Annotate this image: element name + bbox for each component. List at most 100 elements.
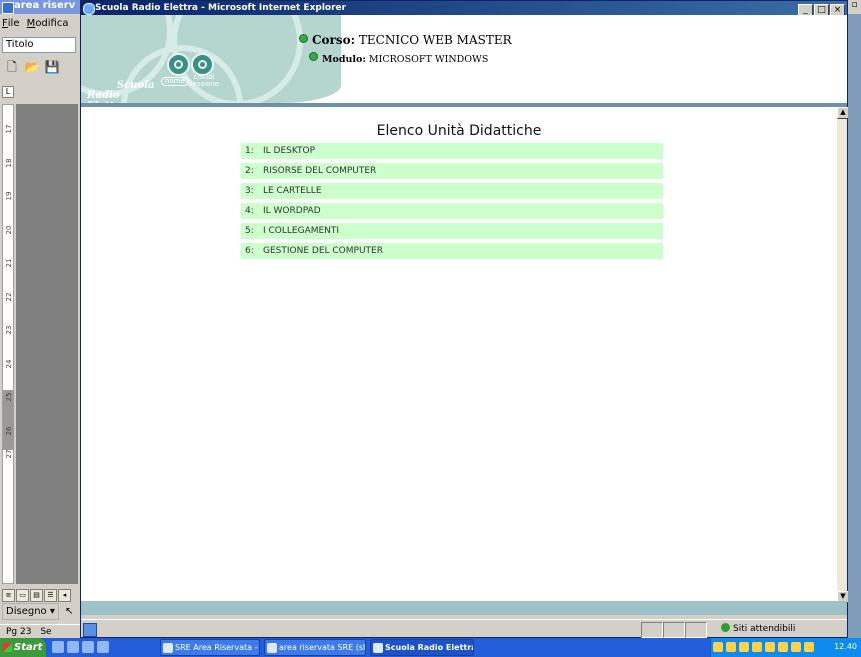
page-title: Elenco Unità Didattiche	[376, 123, 542, 139]
background-window-edge: ▫	[848, 0, 861, 638]
unit-label: IL WORDPAD	[263, 206, 321, 216]
ie-task-icon	[373, 643, 383, 653]
status-pane	[641, 622, 663, 638]
bullet-icon	[299, 34, 308, 43]
pointer-icon[interactable]: ↖	[62, 604, 76, 619]
page-content: Elenco Unità Didattiche 1: IL DESKTOP 2: RI…	[81, 107, 837, 601]
unit-number: 2:	[245, 166, 254, 176]
scroll-left-icon[interactable]: ◂	[58, 589, 71, 602]
page-status-icon	[83, 623, 97, 637]
draw-menu-button[interactable]: Disegno ▾	[2, 603, 59, 620]
unit-label: IL DESKTOP	[263, 146, 316, 156]
word-app-icon	[2, 2, 14, 14]
unit-label: RISORSE DEL COMPUTER	[263, 166, 377, 176]
unit-link[interactable]: 1: IL DESKTOP	[241, 143, 663, 159]
ruler-label: 26	[5, 426, 13, 436]
site-header: home chiudi sessione Scuola Radio Elettr…	[81, 15, 847, 103]
ruler-label: 24	[5, 359, 13, 369]
print-view-icon[interactable]: ▤	[30, 589, 43, 602]
ie-window: Scuola Radio Elettra - Microsoft Interne…	[80, 0, 849, 638]
units-list: 1: IL DESKTOP 2: RISORSE DEL COMPUTER 3: LE C…	[241, 143, 663, 263]
status-pane	[685, 622, 707, 638]
unit-label: LE CARTELLE	[263, 186, 322, 196]
task-button[interactable]: area riservata SRE (stude...	[264, 639, 366, 656]
unit-link[interactable]: 6: GESTIONE DEL COMPUTER	[241, 243, 663, 259]
network-icon[interactable]	[713, 642, 723, 652]
task-button[interactable]: SRE Area Riservata - Micr...	[160, 639, 260, 656]
web-view-icon[interactable]: ▭	[16, 589, 29, 602]
outline-view-icon[interactable]: ☰	[44, 589, 57, 602]
desktop-icon[interactable]	[67, 641, 79, 653]
unit-link[interactable]: 3: LE CARTELLE	[241, 183, 663, 199]
view-buttons: ≡ ▭ ▤ ☰ ◂	[2, 587, 78, 602]
open-folder-icon[interactable]: 📂	[22, 57, 42, 77]
ie-task-icon	[163, 643, 173, 653]
word-task-icon	[267, 643, 277, 653]
status-pane	[663, 622, 685, 638]
course-info: Corso: TECNICO WEB MASTER	[299, 33, 512, 47]
word-status-bar: Pg 23 Se	[0, 624, 80, 638]
home-icon[interactable]	[167, 53, 190, 76]
word-window-title[interactable]: area riserv	[0, 0, 80, 14]
vertical-scrollbar[interactable]: ▲ ▼	[837, 107, 849, 603]
ie-app-icon	[83, 3, 95, 15]
trusted-zone-icon	[721, 623, 730, 632]
exit-link[interactable]: chiudi sessione	[187, 74, 221, 88]
site-logo: home chiudi sessione Scuola Radio Elettr…	[81, 15, 341, 103]
unit-number: 5:	[245, 226, 254, 236]
unit-link[interactable]: 4: IL WORDPAD	[241, 203, 663, 219]
ruler-label: 25	[5, 392, 13, 402]
system-tray: 12.40	[710, 638, 861, 657]
taskbar: Start SRE Area Riservata - Micr... area …	[0, 638, 861, 657]
unit-number: 3:	[245, 186, 254, 196]
new-document-icon[interactable]: 🗋	[2, 57, 22, 77]
ie-title-bar[interactable]: Scuola Radio Elettra - Microsoft Interne…	[81, 1, 847, 15]
ruler-label: 20	[5, 225, 13, 235]
course-value: TECNICO WEB MASTER	[358, 33, 512, 47]
task-button-active[interactable]: Scuola Radio Elettra - ...	[370, 639, 474, 656]
media-icon[interactable]	[97, 641, 109, 653]
word-document-area	[16, 104, 78, 584]
mail-icon[interactable]	[82, 641, 94, 653]
page-indicator: Pg 23	[6, 627, 32, 637]
browser-icon[interactable]	[52, 641, 64, 653]
ie-title-text: Scuola Radio Elettra - Microsoft Interne…	[95, 3, 347, 13]
tray-app-icon[interactable]	[791, 642, 801, 652]
unit-link[interactable]: 2: RISORSE DEL COMPUTER	[241, 163, 663, 179]
unit-number: 6:	[245, 246, 254, 256]
clock: 12.40	[834, 642, 857, 651]
ruler-label: 17	[5, 124, 13, 134]
style-select[interactable]: Titolo	[2, 37, 76, 53]
tab-selector-icon[interactable]: L	[2, 86, 14, 98]
save-icon[interactable]: 💾	[42, 57, 62, 77]
messenger-icon[interactable]	[752, 642, 762, 652]
security-icon[interactable]	[778, 642, 788, 652]
ruler-label: 27	[5, 449, 13, 459]
windows-logo-icon	[3, 643, 12, 652]
footer-frame	[81, 601, 847, 615]
ruler-label: 22	[5, 292, 13, 302]
volume-icon[interactable]	[726, 642, 736, 652]
menu-modifica[interactable]: Modifica	[25, 15, 71, 32]
unit-label: GESTIONE DEL COMPUTER	[263, 246, 383, 256]
ie-status-bar: Siti attendibili	[81, 619, 847, 638]
start-button[interactable]: Start	[0, 638, 46, 657]
ruler-label: 18	[5, 158, 13, 168]
unit-link[interactable]: 5: I COLLEGAMENTI	[241, 223, 663, 239]
background-window-button[interactable]: ▫	[848, 0, 861, 14]
tray-app-icon[interactable]	[804, 642, 814, 652]
word-toolbar: 🗋 📂 💾	[2, 57, 78, 79]
normal-view-icon[interactable]: ≡	[2, 589, 15, 602]
module-value: MICROSOFT WINDOWS	[368, 54, 489, 65]
antivirus-icon[interactable]	[739, 642, 749, 652]
word-menu-bar: File Modifica	[0, 15, 80, 35]
unit-label: I COLLEGAMENTI	[263, 226, 340, 236]
unit-number: 1:	[245, 146, 254, 156]
brand-line-2: Radio Elettra	[87, 90, 126, 103]
update-icon[interactable]	[765, 642, 775, 652]
draw-toolbar: Disegno ▾ ↖	[2, 603, 78, 621]
quick-launch	[52, 641, 152, 654]
vertical-ruler: 17 18 19 20 21 22 23 24 25 26 27	[2, 104, 14, 584]
home-link[interactable]: home	[161, 77, 189, 86]
menu-file[interactable]: File	[0, 15, 21, 32]
